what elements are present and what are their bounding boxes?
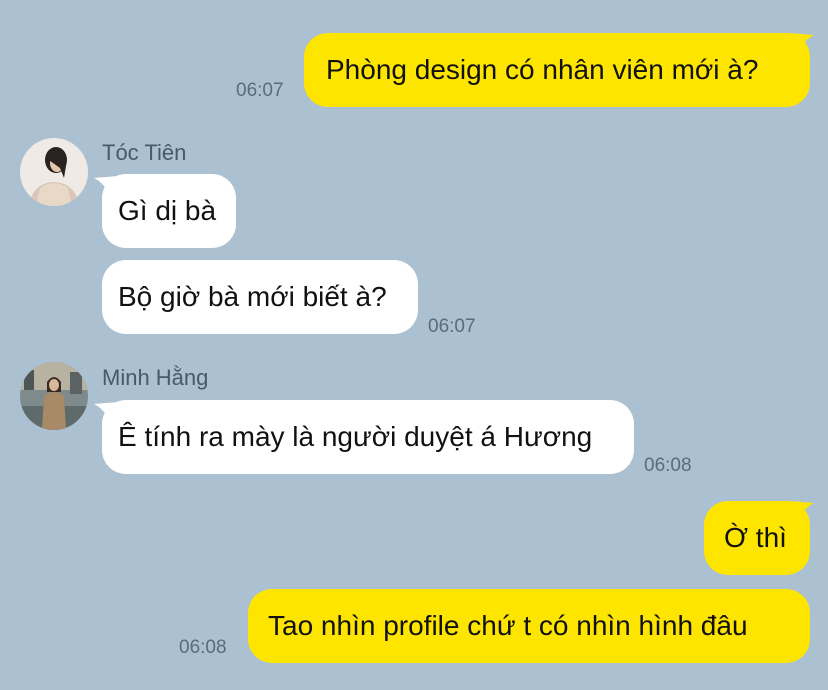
message-text: Gì dị bà: [118, 195, 217, 226]
message-text: Tao nhìn profile chứ t có nhìn hình đâu: [268, 610, 748, 641]
message-bubble-incoming[interactable]: Gì dị bà: [102, 174, 236, 248]
message-text: Phòng design có nhân viên mới à?: [326, 54, 759, 85]
message-bubble-outgoing[interactable]: Tao nhìn profile chứ t có nhìn hình đâu: [248, 589, 810, 663]
message-timestamp: 06:08: [179, 637, 227, 658]
message-text: Ờ thì: [724, 522, 787, 553]
sender-name: Minh Hằng: [102, 365, 209, 390]
message-timestamp: 06:07: [236, 80, 284, 101]
message-timestamp: 06:08: [644, 455, 692, 476]
message-text: Bộ giờ bà mới biết à?: [118, 281, 387, 312]
message-bubble-outgoing[interactable]: Phòng design có nhân viên mới à?: [304, 33, 810, 107]
woman-portrait-avatar-icon[interactable]: [20, 138, 88, 206]
message-bubble-outgoing[interactable]: Ờ thì: [704, 501, 810, 575]
message-timestamp: 06:07: [428, 316, 476, 337]
message-bubble-incoming[interactable]: Bộ giờ bà mới biết à?: [102, 260, 418, 334]
message-bubble-incoming[interactable]: Ê tính ra mày là người duyệt á Hương: [102, 400, 634, 474]
woman-trenchcoat-avatar-icon[interactable]: [20, 362, 88, 430]
message-text: Ê tính ra mày là người duyệt á Hương: [118, 421, 593, 452]
sender-name: Tóc Tiên: [102, 140, 187, 165]
